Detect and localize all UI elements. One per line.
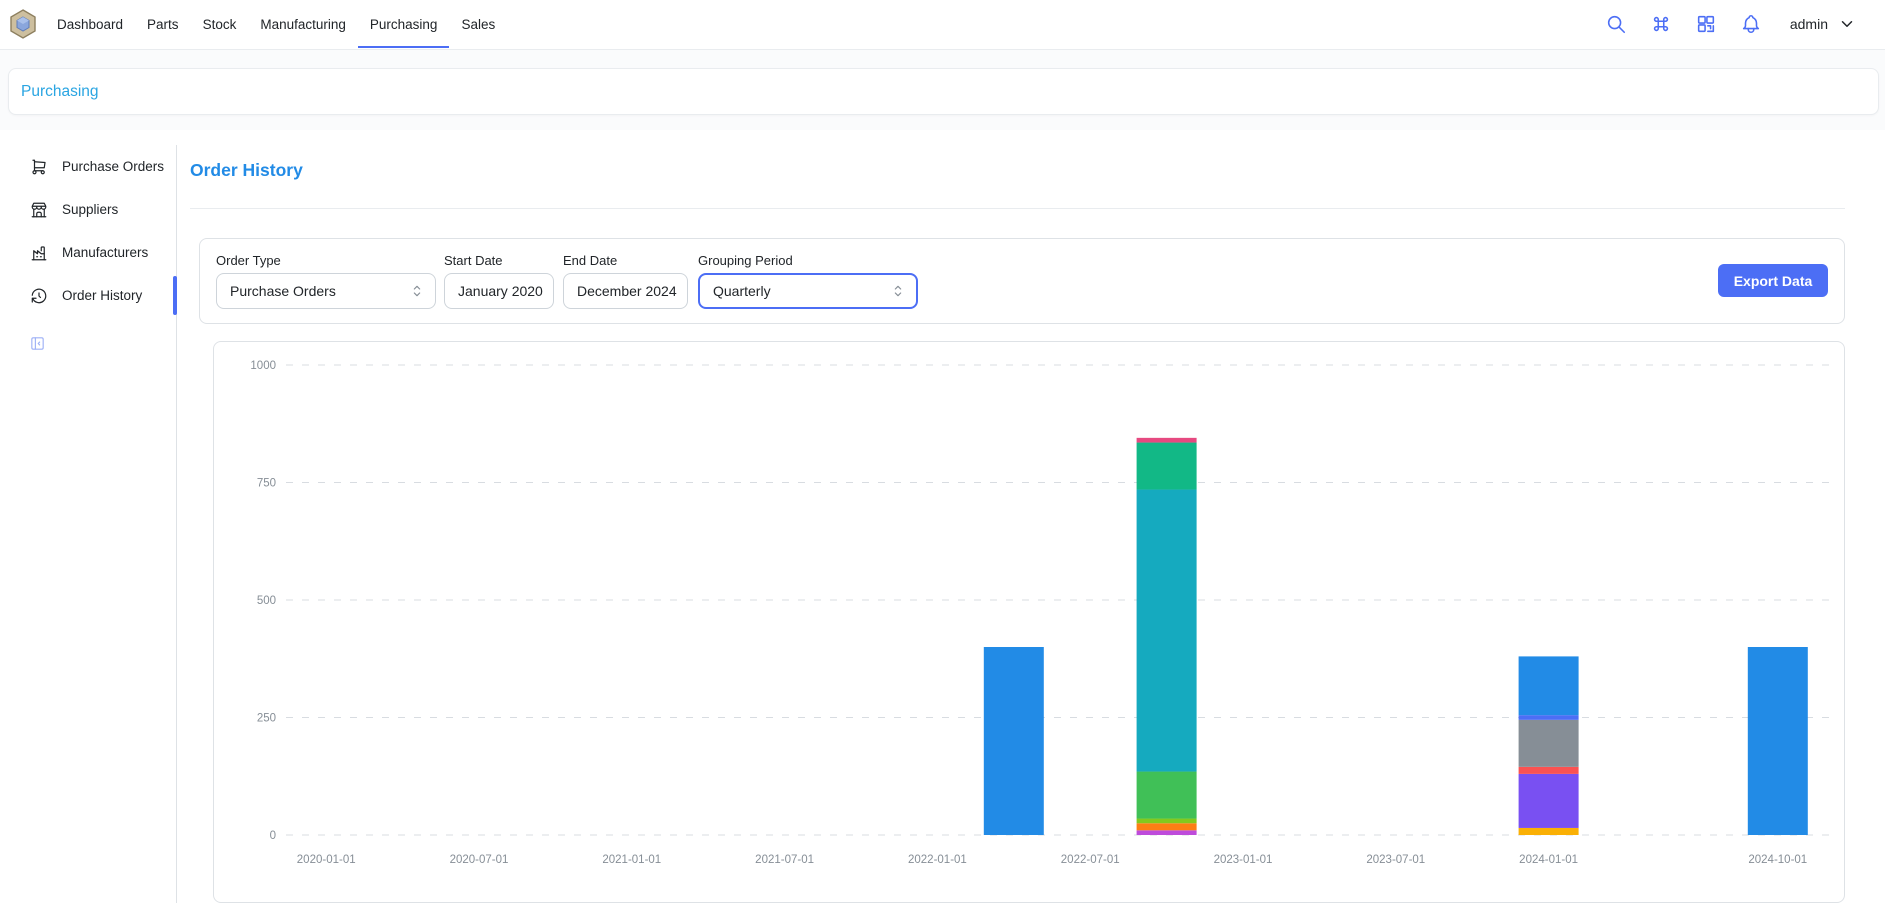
svg-text:0: 0 (270, 830, 276, 842)
start-date-input[interactable]: January 2020 (444, 273, 554, 309)
workspace: Purchase Orders Suppliers Manufacturers … (0, 130, 1885, 906)
sidebar-item-purchase-orders[interactable]: Purchase Orders (0, 145, 176, 188)
sidebar: Purchase Orders Suppliers Manufacturers … (0, 145, 176, 317)
stacked-bar-chart: 0 250 500 750 1000 2020-01-01 2020-07-01 2021-0… (214, 342, 1844, 902)
command-icon[interactable] (1649, 12, 1673, 36)
navbar-actions: admin (1604, 0, 1862, 48)
username-label: admin (1790, 16, 1828, 32)
app-logo-icon[interactable] (8, 9, 38, 39)
tab-parts[interactable]: Parts (135, 0, 191, 48)
filter-panel: Order Type Purchase Orders Start Date Ja… (199, 238, 1845, 324)
grouping-period-select[interactable]: Quarterly (698, 273, 918, 309)
tab-stock[interactable]: Stock (191, 0, 249, 48)
sidebar-item-manufacturers[interactable]: Manufacturers (0, 231, 176, 274)
order-history-chart: 0 250 500 750 1000 2020-01-01 2020-07-01 2021-0… (213, 341, 1845, 903)
heading-divider (190, 208, 1845, 209)
chevron-down-icon (1838, 15, 1856, 33)
search-icon[interactable] (1604, 12, 1628, 36)
svg-text:750: 750 (257, 478, 276, 490)
breadcrumb-strip: Purchasing (0, 49, 1885, 131)
selector-icon (409, 283, 425, 299)
main-content: Order History Order Type Purchase Orders… (177, 130, 1877, 906)
user-menu[interactable]: admin (1784, 14, 1862, 34)
qr-scan-icon[interactable] (1694, 12, 1718, 36)
start-date-label: Start Date (444, 253, 554, 268)
sidebar-item-order-history[interactable]: Order History (0, 274, 176, 317)
svg-text:2022-07-01: 2022-07-01 (1061, 854, 1120, 866)
shopping-cart-icon (30, 158, 48, 176)
svg-text:2023-01-01: 2023-01-01 (1214, 854, 1273, 866)
svg-text:1000: 1000 (250, 360, 276, 372)
svg-text:2024-10-01: 2024-10-01 (1748, 854, 1807, 866)
selector-icon (890, 283, 906, 299)
svg-text:2021-01-01: 2021-01-01 (602, 854, 661, 866)
bell-icon[interactable] (1739, 12, 1763, 36)
svg-text:2020-01-01: 2020-01-01 (297, 854, 356, 866)
breadcrumb: Purchasing (8, 68, 1879, 115)
end-date-group: End Date December 2024 (563, 253, 688, 309)
app-root: Dashboard Parts Stock Manufacturing Purc… (0, 0, 1885, 906)
svg-text:2020-07-01: 2020-07-01 (450, 854, 509, 866)
sidebar-collapse-icon[interactable] (28, 335, 46, 353)
history-icon (30, 287, 48, 305)
building-store-icon (30, 201, 48, 219)
grouping-period-label: Grouping Period (698, 253, 918, 268)
end-date-label: End Date (563, 253, 688, 268)
nav-tabs: Dashboard Parts Stock Manufacturing Purc… (45, 0, 507, 48)
tab-manufacturing[interactable]: Manufacturing (248, 0, 358, 48)
sidebar-item-suppliers[interactable]: Suppliers (0, 188, 176, 231)
grouping-period-group: Grouping Period Quarterly (698, 253, 918, 309)
main-navbar: Dashboard Parts Stock Manufacturing Purc… (0, 0, 1885, 50)
tab-dashboard[interactable]: Dashboard (45, 0, 135, 48)
svg-text:250: 250 (257, 713, 276, 725)
order-type-group: Order Type Purchase Orders (216, 253, 436, 309)
tab-purchasing[interactable]: Purchasing (358, 0, 450, 48)
order-type-select[interactable]: Purchase Orders (216, 273, 436, 309)
svg-text:2024-01-01: 2024-01-01 (1519, 854, 1578, 866)
svg-text:500: 500 (257, 595, 276, 607)
page-title[interactable]: Purchasing (21, 83, 99, 101)
end-date-input[interactable]: December 2024 (563, 273, 688, 309)
start-date-group: Start Date January 2020 (444, 253, 554, 309)
export-data-button[interactable]: Export Data (1718, 264, 1828, 297)
section-heading: Order History (190, 160, 303, 181)
tab-sales[interactable]: Sales (449, 0, 507, 48)
svg-text:2022-01-01: 2022-01-01 (908, 854, 967, 866)
svg-text:2021-07-01: 2021-07-01 (755, 854, 814, 866)
svg-text:2023-07-01: 2023-07-01 (1366, 854, 1425, 866)
building-factory-icon (30, 244, 48, 262)
order-type-label: Order Type (216, 253, 436, 268)
